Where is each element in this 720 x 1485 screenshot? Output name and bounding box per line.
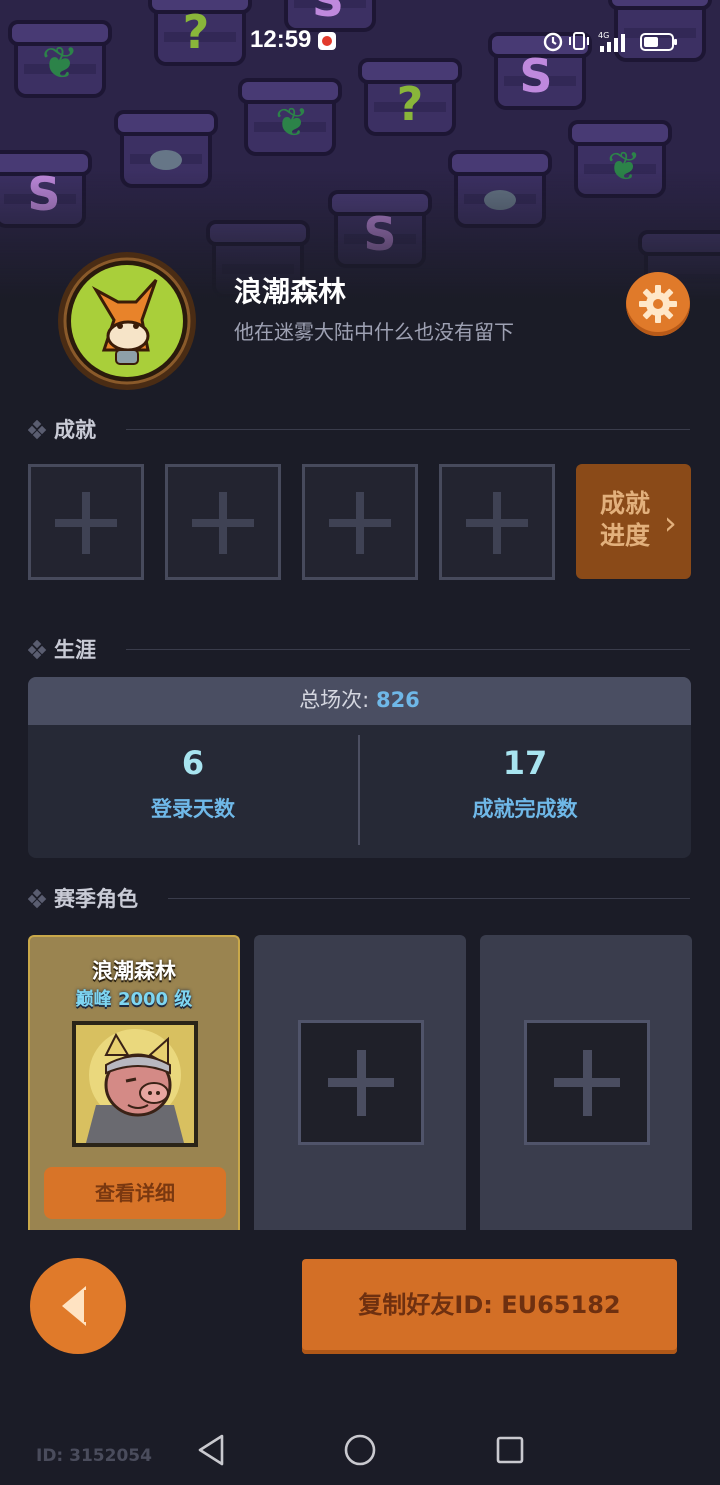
total-matches: 总场次: 826 <box>28 677 691 725</box>
gear-icon <box>639 285 677 323</box>
character-portrait <box>72 1021 198 1147</box>
player-avatar[interactable] <box>56 250 198 392</box>
pig-warrior-portrait-icon <box>76 1025 194 1143</box>
add-character-slot[interactable] <box>298 1020 424 1145</box>
signal-icon: 4G <box>598 31 625 52</box>
achievement-slot-4[interactable] <box>439 464 555 580</box>
alarm-icon <box>543 32 563 52</box>
achievements-section-header: 成就 <box>28 414 690 444</box>
career-section-header: 生涯 <box>28 634 690 664</box>
achievements-completed-stat: 17 成就完成数 <box>360 743 690 823</box>
arrow-left-icon <box>62 1286 92 1326</box>
season-character-card[interactable]: 浪潮森林 巅峰 2000 级 查看详细 <box>28 935 240 1235</box>
svg-text:?: ? <box>397 77 424 131</box>
divider <box>126 429 690 430</box>
season-character-slot-empty[interactable] <box>480 935 692 1235</box>
login-days-label: 登录天数 <box>151 797 235 821</box>
season-section-header: 赛季角色 <box>28 883 690 913</box>
divider <box>126 649 690 650</box>
svg-text:S: S <box>312 0 344 27</box>
svg-text:4G: 4G <box>598 31 609 40</box>
career-panel: 总场次: 826 6 登录天数 17 成就完成数 <box>28 677 691 858</box>
achievements-completed-value: 17 <box>502 744 548 782</box>
total-matches-value: 826 <box>375 688 420 712</box>
status-time: 12:59 <box>250 26 312 53</box>
add-character-slot[interactable] <box>524 1020 650 1145</box>
achievement-slot-3[interactable] <box>302 464 418 580</box>
character-rank: 巅峰 2000 级 <box>75 989 193 1010</box>
career-title: 生涯 <box>54 638 96 662</box>
svg-text:❦: ❦ <box>275 100 309 146</box>
season-title: 赛季角色 <box>54 887 138 911</box>
player-name: 浪潮森林 <box>234 275 347 308</box>
player-signature: 他在迷雾大陆中什么也没有留下 <box>234 320 514 344</box>
character-name: 浪潮森林 <box>92 959 176 983</box>
nav-home-icon[interactable] <box>342 1430 378 1470</box>
battery-icon <box>640 33 677 51</box>
nav-back-icon[interactable] <box>196 1430 226 1470</box>
vibrate-icon <box>569 32 589 50</box>
notification-app-icon <box>318 32 336 50</box>
login-days-value: 6 <box>181 744 205 782</box>
status-bar: 12:59 4G <box>0 24 720 60</box>
achievement-slot-2[interactable] <box>165 464 281 580</box>
divider <box>168 898 690 899</box>
achievements-title: 成就 <box>54 418 96 442</box>
view-details-button[interactable]: 查看详细 <box>44 1167 226 1219</box>
achievement-progress-label: 成就 进度 <box>600 489 651 550</box>
back-button[interactable] <box>30 1258 126 1354</box>
user-id: ID: 3152054 <box>36 1446 152 1466</box>
chevron-right-icon: › <box>664 504 677 542</box>
diamond-bullet-icon <box>28 420 47 440</box>
achievement-progress-button[interactable]: 成就 进度 › <box>576 464 691 579</box>
diamond-bullet-icon <box>28 640 47 660</box>
login-days-stat: 6 登录天数 <box>28 743 358 823</box>
settings-button[interactable] <box>626 272 690 336</box>
diamond-bullet-icon <box>28 889 47 909</box>
achievement-slot-1[interactable] <box>28 464 144 580</box>
copy-friend-id-button[interactable]: 复制好友ID: EU65182 <box>302 1259 677 1354</box>
fox-avatar-icon <box>58 252 196 390</box>
total-matches-label: 总场次: <box>299 688 376 712</box>
nav-recent-apps-icon[interactable] <box>494 1430 526 1470</box>
achievements-completed-label: 成就完成数 <box>472 797 578 821</box>
season-character-slot-empty[interactable] <box>254 935 466 1235</box>
